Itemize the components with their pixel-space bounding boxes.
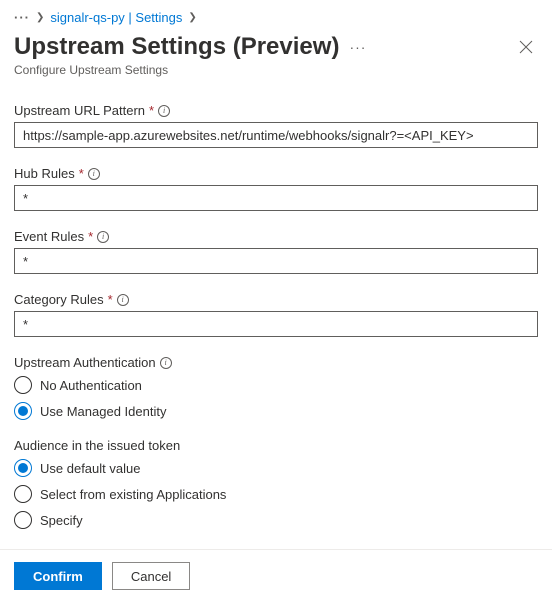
cancel-button[interactable]: Cancel [112, 562, 190, 590]
radio-icon [14, 402, 32, 420]
category-rules-label: Category Rules [14, 292, 104, 307]
auth-option-none[interactable]: No Authentication [14, 376, 538, 394]
info-icon[interactable]: i [160, 357, 172, 369]
info-icon[interactable]: i [97, 231, 109, 243]
breadcrumb: ··· ❯ signalr-qs-py | Settings ❯ [14, 10, 538, 25]
close-button[interactable] [514, 35, 538, 59]
required-indicator: * [108, 292, 113, 307]
close-icon [519, 40, 533, 54]
footer: Confirm Cancel [0, 549, 552, 602]
auth-option-none-label: No Authentication [40, 378, 142, 393]
radio-icon [14, 459, 32, 477]
breadcrumb-resource-link[interactable]: signalr-qs-py | Settings [50, 10, 182, 25]
required-indicator: * [88, 229, 93, 244]
required-indicator: * [79, 166, 84, 181]
auth-option-managed-label: Use Managed Identity [40, 404, 166, 419]
hub-rules-input[interactable] [14, 185, 538, 211]
event-rules-input[interactable] [14, 248, 538, 274]
breadcrumb-overflow[interactable]: ··· [14, 10, 30, 25]
radio-icon [14, 511, 32, 529]
info-icon[interactable]: i [88, 168, 100, 180]
page-title: Upstream Settings (Preview) [14, 33, 339, 61]
chevron-right-icon: ❯ [188, 12, 196, 23]
audience-option-default-label: Use default value [40, 461, 140, 476]
auth-option-managed[interactable]: Use Managed Identity [14, 402, 538, 420]
chevron-right-icon: ❯ [36, 12, 44, 23]
audience-option-specify-label: Specify [40, 513, 83, 528]
required-indicator: * [149, 103, 154, 118]
info-icon[interactable]: i [117, 294, 129, 306]
audience-section-label: Audience in the issued token [14, 438, 180, 453]
info-icon[interactable]: i [158, 105, 170, 117]
page-subtitle: Configure Upstream Settings [14, 63, 538, 77]
radio-icon [14, 376, 32, 394]
audience-option-existing-label: Select from existing Applications [40, 487, 226, 502]
audience-option-specify[interactable]: Specify [14, 511, 538, 529]
audience-option-existing[interactable]: Select from existing Applications [14, 485, 538, 503]
url-pattern-label: Upstream URL Pattern [14, 103, 145, 118]
event-rules-label: Event Rules [14, 229, 84, 244]
url-pattern-input[interactable] [14, 122, 538, 148]
confirm-button[interactable]: Confirm [14, 562, 102, 590]
audience-option-default[interactable]: Use default value [14, 459, 538, 477]
category-rules-input[interactable] [14, 311, 538, 337]
hub-rules-label: Hub Rules [14, 166, 75, 181]
radio-icon [14, 485, 32, 503]
auth-section-label: Upstream Authentication [14, 355, 156, 370]
more-actions-button[interactable]: ··· [349, 39, 366, 55]
